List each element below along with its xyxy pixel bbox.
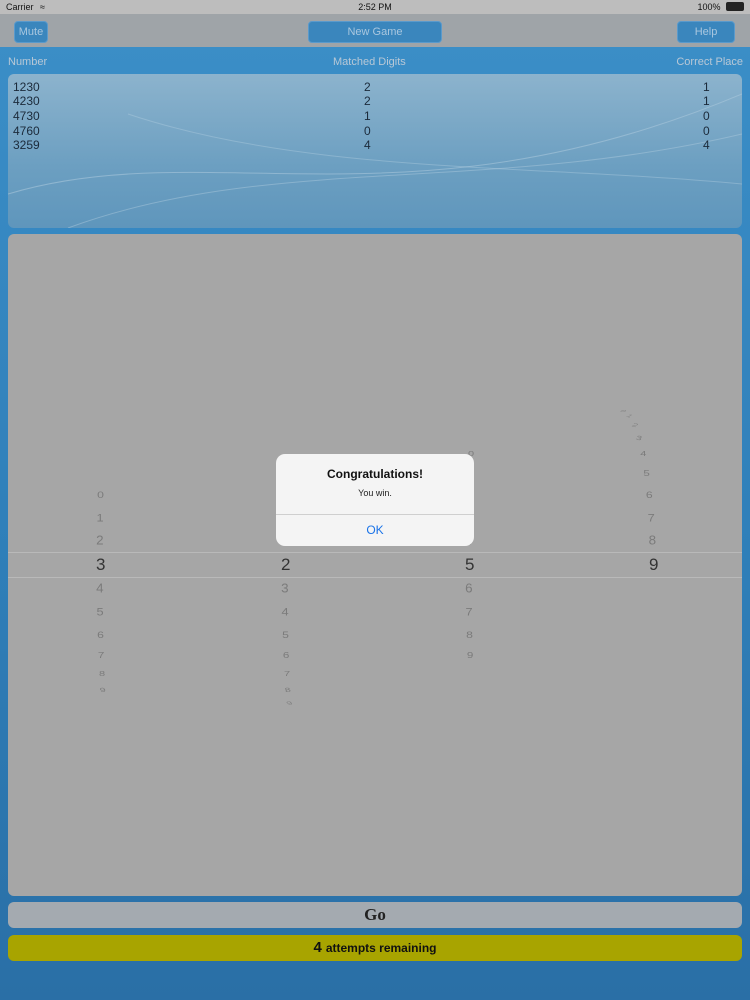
wheel-digit[interactable]: 3	[281, 581, 288, 595]
wheel-digit[interactable]: 1	[96, 511, 103, 524]
new-game-button[interactable]: New Game	[308, 21, 442, 43]
wheel-digit[interactable]: 4	[281, 605, 288, 618]
row-correct: 1	[703, 94, 710, 108]
row-number: 4730	[13, 109, 40, 123]
row-matched: 4	[364, 138, 371, 152]
status-bar: Carrier ≈ 2:52 PM 100%	[0, 0, 750, 14]
wheel-selected-digit[interactable]: 2	[281, 555, 290, 575]
wheel-digit[interactable]: 5	[643, 469, 649, 478]
wheel-digit[interactable]: 7	[98, 651, 104, 660]
wheel-selected-digit[interactable]: 5	[465, 555, 474, 575]
go-button[interactable]: Go	[8, 902, 742, 928]
top-nav-bar: Mute New Game Help	[0, 14, 750, 47]
digit-picker[interactable]	[8, 234, 742, 896]
wheel-digit[interactable]: 7	[648, 511, 655, 524]
wheel-digit[interactable]: 6	[646, 489, 653, 500]
row-number: 1230	[13, 80, 40, 94]
wheel-digit[interactable]: 8	[99, 670, 105, 678]
attempts-label: attempts remaining	[325, 941, 437, 955]
row-correct: 0	[703, 124, 710, 138]
row-correct: 0	[703, 109, 710, 123]
selection-indicator-bottom	[8, 577, 742, 578]
row-number: 4760	[13, 124, 40, 138]
alert-ok-button[interactable]: OK	[276, 515, 474, 546]
battery-icon	[726, 2, 744, 12]
wheel-digit[interactable]: 8	[466, 629, 473, 640]
row-correct: 4	[703, 138, 710, 152]
row-matched: 2	[364, 80, 371, 94]
wheel-digit[interactable]: 8	[649, 533, 656, 547]
mute-button[interactable]: Mute	[14, 21, 48, 43]
wheel-digit[interactable]: 5	[96, 605, 103, 618]
header-correct-place: Correct Place	[676, 56, 743, 68]
row-number: 3259	[13, 138, 40, 152]
history-row: 4760 0 0	[8, 124, 742, 138]
wheel-digit[interactable]: 9	[467, 651, 473, 660]
guess-history-panel: 1230 2 1 4230 2 1 4730 1 0 4760 0 0 3259…	[8, 74, 742, 228]
row-matched: 2	[364, 94, 371, 108]
congratulations-alert: Congratulations! You win. OK	[276, 454, 474, 546]
wheel-digit[interactable]: 6	[97, 629, 104, 640]
history-row: 4230 2 1	[8, 94, 742, 108]
wheel-digit[interactable]: 7	[284, 670, 290, 678]
wheel-digit[interactable]: 4	[96, 581, 103, 595]
wheel-digit[interactable]: 2	[96, 533, 103, 547]
row-number: 4230	[13, 94, 40, 108]
history-row: 1230 2 1	[8, 80, 742, 94]
help-button[interactable]: Help	[677, 21, 735, 43]
selection-indicator-top	[8, 552, 742, 553]
wheel-selected-digit[interactable]: 3	[96, 555, 105, 575]
history-row: 3259 4 4	[8, 138, 742, 152]
header-matched-digits: Matched Digits	[333, 56, 406, 68]
row-correct: 1	[703, 80, 710, 94]
alert-message: You win.	[358, 488, 392, 498]
history-row: 4730 1 0	[8, 109, 742, 123]
battery-percent: 100%	[697, 2, 721, 12]
wheel-digit[interactable]: 7	[465, 605, 472, 618]
wheel-digit[interactable]: 4	[640, 450, 646, 458]
attempts-count: 4	[313, 939, 322, 956]
alert-title: Congratulations!	[327, 467, 423, 481]
wheel-digit[interactable]: 5	[282, 629, 289, 640]
wheel-digit[interactable]: 6	[283, 651, 289, 660]
clock: 2:52 PM	[358, 2, 392, 12]
row-matched: 1	[364, 109, 371, 123]
wheel-digit[interactable]: 0	[97, 489, 104, 500]
row-matched: 0	[364, 124, 371, 138]
header-number: Number	[8, 56, 48, 68]
wheel-digit[interactable]: 6	[465, 581, 472, 595]
attempts-remaining-bar: 4 attempts remaining	[8, 935, 742, 961]
wheel-selected-digit[interactable]: 9	[649, 555, 658, 575]
